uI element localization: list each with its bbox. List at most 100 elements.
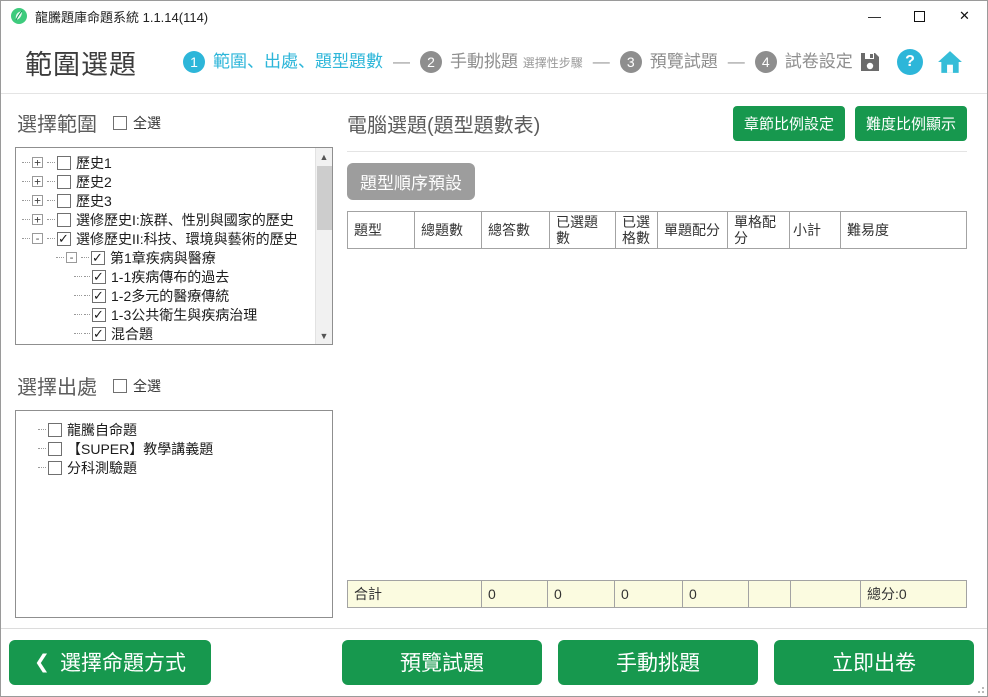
maximize-button[interactable] [897,1,942,31]
help-icon[interactable]: ? [897,49,923,75]
home-icon[interactable] [937,49,963,75]
tree-node[interactable]: 1-2多元的醫療傳統 [22,286,310,305]
source-item[interactable]: 分科測驗題 [38,458,328,477]
tree-checkbox[interactable] [92,288,106,304]
manual-pick-button[interactable]: 手動挑題 [558,639,758,685]
tree-connector [47,162,55,163]
tree-node[interactable]: 1-1疾病傳布的過去 [22,267,310,286]
scroll-up-icon[interactable]: ▲ [316,148,332,165]
tree-checkbox[interactable] [57,174,71,189]
minimize-button[interactable]: — [852,1,897,31]
tree-connector [74,333,82,334]
computer-selection-title: 電腦選題(題型題數表) [347,115,541,137]
table-header-cell: 單題配分 [657,212,727,248]
range-select-all-label: 全選 [133,114,161,131]
preview-button[interactable]: 預覽試題 [342,639,542,685]
range-tree: + 歷史1 + 歷史2 + 歷史3 + 選修歷史I:族群、性別與國家的歷史 - … [15,147,333,345]
tree-connector [74,276,82,277]
close-button[interactable]: ✕ [942,1,987,31]
tree-node[interactable]: 配套題 [22,343,310,345]
range-section-title: 選擇範圍 [17,114,97,136]
empty-cell [790,581,860,607]
total-answers-cell: 0 [547,581,614,607]
back-button-label: 選擇命題方式 [59,652,186,675]
source-list: 龍騰自命題 【SUPER】教學講義題 分科測驗題 [15,410,333,618]
main-content: 選擇範圍 全選 + 歷史1 + 歷史2 + 歷史3 + 選修歷史I:族群、性別與… [1,94,987,628]
source-label: 龍騰自命題 [67,421,137,438]
tree-checkbox[interactable] [57,193,71,208]
tree-connector [22,219,30,220]
table-header-cell: 已選格數 [615,212,657,248]
tree-expander-icon[interactable]: + [32,195,43,206]
generate-now-button[interactable]: 立即出卷 [774,639,974,685]
window-title: 龍騰題庫命題系統 1.1.14(114) [35,9,209,25]
scrollbar-thumb[interactable] [317,166,332,230]
source-label: 分科測驗題 [67,459,137,476]
tree-checkbox[interactable] [92,307,106,323]
source-select-all-checkbox[interactable] [113,378,127,393]
chapter-ratio-button[interactable]: 章節比例設定 [732,106,845,141]
footer-bar: ❮ 選擇命題方式 預覽試題 手動挑題 立即出卷 [1,629,987,695]
source-connector [38,467,46,468]
tree-node[interactable]: + 選修歷史I:族群、性別與國家的歷史 [22,210,310,229]
tree-connector [84,276,90,277]
tree-scrollbar[interactable]: ▲ ▼ [315,148,332,344]
tree-expander-icon[interactable]: - [66,252,77,263]
source-item[interactable]: 【SUPER】教學講義題 [38,439,328,458]
difficulty-ratio-button[interactable]: 難度比例顯示 [854,106,967,141]
step-label-text: 試卷設定 [784,51,853,71]
page-title: 範圍選題 [25,49,137,80]
tree-node[interactable]: - 選修歷史II:科技、環境與藝術的歷史 [22,229,310,248]
source-checkbox[interactable] [48,460,62,475]
tree-node[interactable]: + 歷史1 [22,153,310,172]
tree-checkbox[interactable] [57,212,71,227]
resize-grip[interactable] [976,685,984,693]
source-section-title: 選擇出處 [17,377,97,399]
tree-node-label: 選修歷史I:族群、性別與國家的歷史 [76,211,294,228]
question-order-button[interactable]: 題型順序預設 [347,163,475,200]
selected-cells-cell: 0 [682,581,748,607]
range-select-all-checkbox[interactable] [113,115,127,130]
tree-node[interactable]: - 第1章疾病與醫療 [22,248,310,267]
chevron-left-icon: ❮ [34,651,50,673]
source-connector [38,429,46,430]
table-header-cell: 題型 [354,222,382,238]
tree-connector [47,200,55,201]
back-button[interactable]: ❮ 選擇命題方式 [9,639,211,685]
question-type-table: 題型 總題數 總答數 已選題數 已選格數 單題配分 單格配分 小計 難易度 合計… [347,211,967,628]
tree-expander-icon[interactable]: + [32,176,43,187]
tree-connector [74,295,82,296]
source-checkbox[interactable] [48,441,62,456]
range-select-all[interactable]: 全選 [113,113,161,133]
tree-checkbox[interactable] [92,326,106,342]
source-label: 【SUPER】教學講義題 [67,440,214,457]
step-label-text: 預覽試題 [649,51,718,71]
step-separator: — [592,52,610,71]
step-item: 1 範圍、出處、題型題數 — [183,51,420,73]
tree-connector [47,181,55,182]
source-select-all[interactable]: 全選 [113,376,161,396]
tree-expander-icon[interactable]: + [32,214,43,225]
tree-expander-icon[interactable]: - [32,233,43,244]
tree-connector [84,295,90,296]
tree-connector [22,200,30,201]
save-icon[interactable] [857,49,883,75]
app-logo-icon [11,8,27,24]
tree-expander-icon[interactable]: + [32,157,43,168]
tree-node-label: 混合題 [111,325,153,342]
tree-node[interactable]: 1-3公共衛生與疾病治理 [22,305,310,324]
tree-checkbox[interactable] [91,250,105,266]
source-checkbox[interactable] [48,422,62,437]
tree-checkbox[interactable] [57,231,71,247]
scroll-down-icon[interactable]: ▼ [316,327,332,344]
tree-node[interactable]: + 歷史3 [22,191,310,210]
source-item[interactable]: 龍騰自命題 [38,420,328,439]
table-total-row: 合計 0 0 0 0 總分:0 [347,580,967,608]
tree-checkbox[interactable] [57,155,71,170]
tree-node[interactable]: 混合題 [22,324,310,343]
step-label: 手動挑題 選擇性步驟 [450,52,583,72]
tree-node[interactable]: + 歷史2 [22,172,310,191]
tree-node-label: 配套題 [111,343,153,345]
right-panel: 電腦選題(題型題數表) 章節比例設定 難度比例顯示 題型順序預設 題型 總題數 … [347,98,967,628]
tree-checkbox[interactable] [92,269,106,285]
